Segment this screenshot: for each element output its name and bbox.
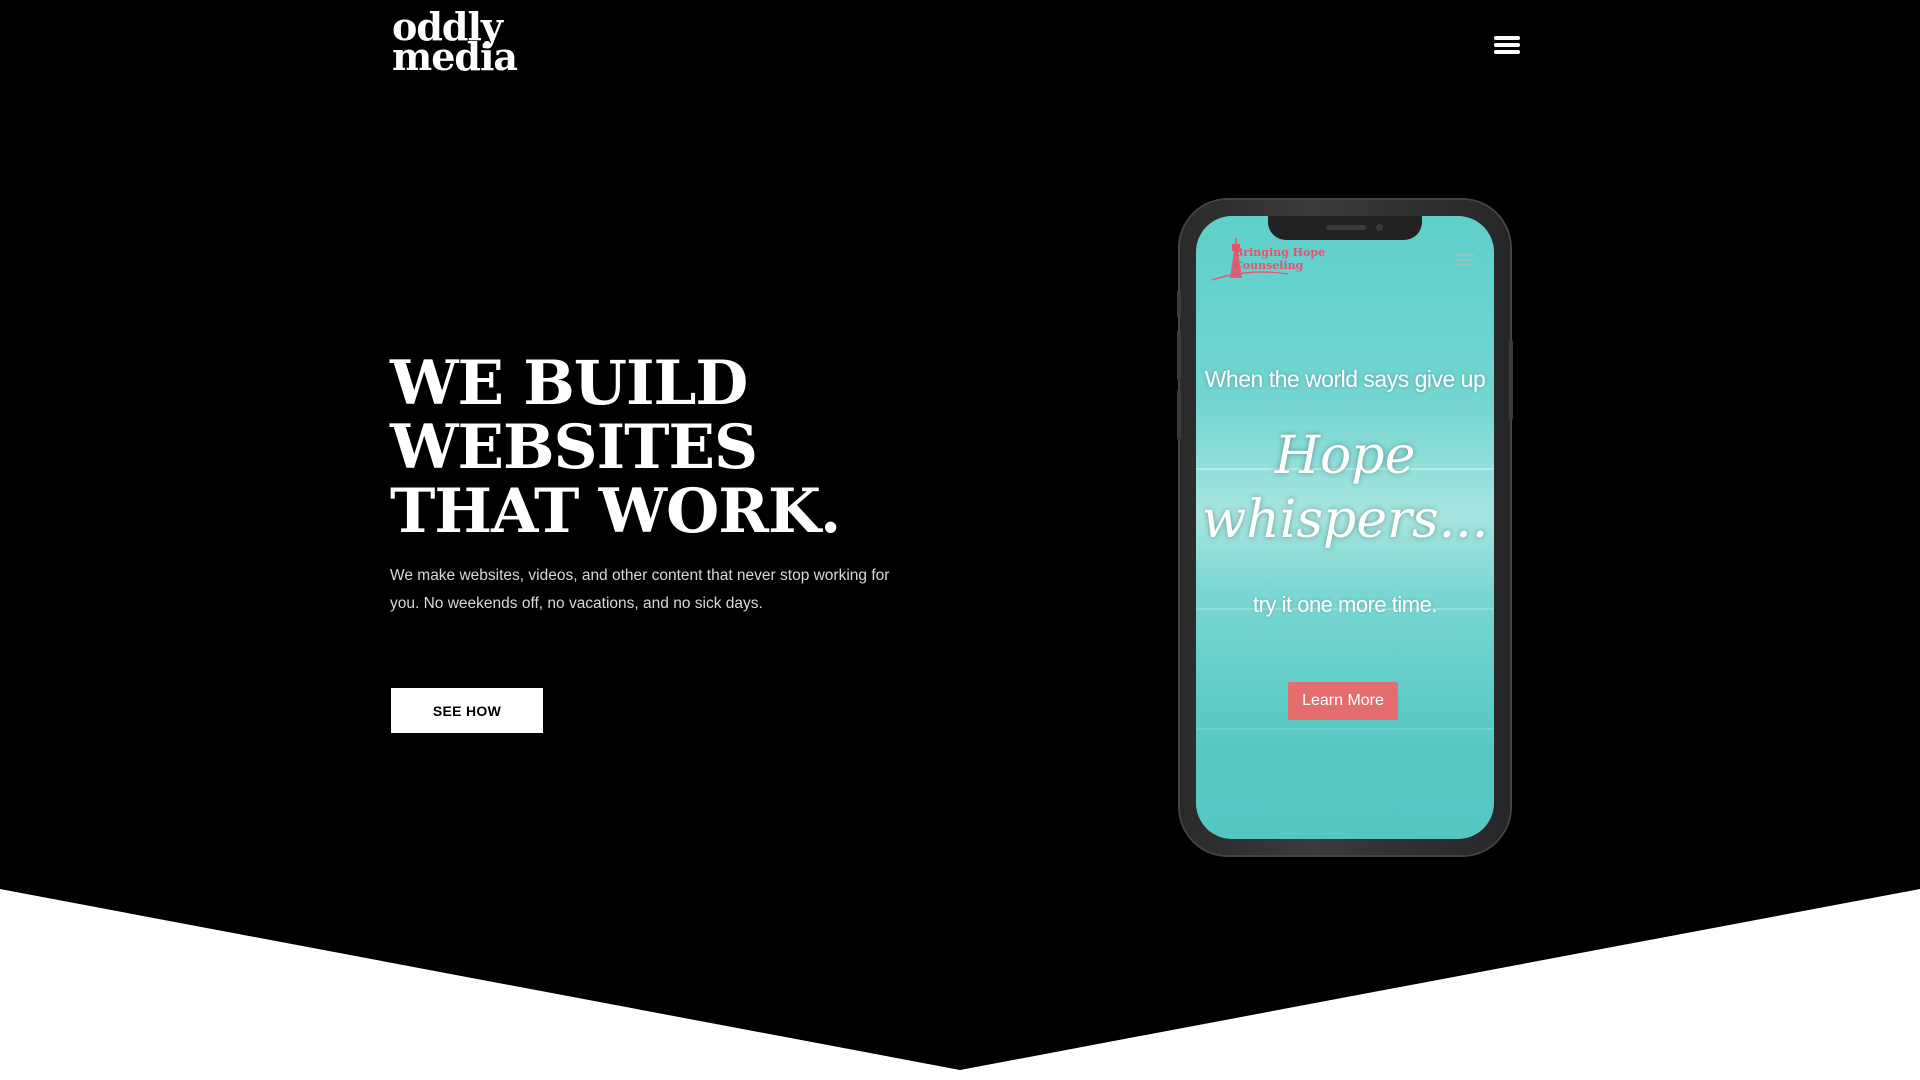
site-hamburger-menu-icon[interactable] [1456, 254, 1474, 266]
headline-line-2: WEBSITES [390, 412, 758, 483]
site-logo-text[interactable]: Bringing Hope Counseling [1234, 246, 1325, 272]
script-line-2: whispers... [1201, 490, 1489, 550]
logo-line-2: media [392, 34, 518, 79]
hamburger-menu-icon[interactable] [1494, 34, 1524, 56]
speaker-grille [1326, 225, 1366, 230]
phone-tagline-2: try it one more time. [1253, 592, 1437, 617]
hero-subtext: We make websites, videos, and other cont… [390, 567, 890, 612]
see-how-button[interactable]: SEE HOW [391, 688, 543, 733]
sea-wave-line [1196, 728, 1494, 730]
phone-mute-switch [1177, 290, 1181, 318]
front-camera [1376, 224, 1383, 231]
phone-volume-up [1177, 330, 1181, 380]
oddly-media-logo[interactable]: oddly media [392, 8, 518, 79]
headline-line-1: WE BUILD [390, 348, 748, 419]
phone-volume-down [1177, 390, 1181, 440]
site-logo-line-1: Bringing Hope [1234, 246, 1326, 259]
phone-tagline-1: When the world says give up [1204, 366, 1486, 392]
hero-headline: WE BUILD WEBSITES THAT WORK. [390, 352, 990, 544]
phone-notch [1268, 216, 1422, 240]
phone-power-button [1509, 340, 1513, 420]
headline-line-3: THAT WORK. [390, 476, 841, 547]
script-line-1: Hope [1274, 426, 1416, 486]
learn-more-button[interactable]: Learn More [1288, 682, 1398, 720]
phone-screen: Bringing Hope Counseling When the world … [1196, 216, 1494, 839]
phone-mockup: Bringing Hope Counseling When the world … [1177, 200, 1513, 855]
site-logo-line-2: Counseling [1234, 259, 1304, 272]
phone-script-heading: Hope whispers... [1196, 424, 1494, 552]
